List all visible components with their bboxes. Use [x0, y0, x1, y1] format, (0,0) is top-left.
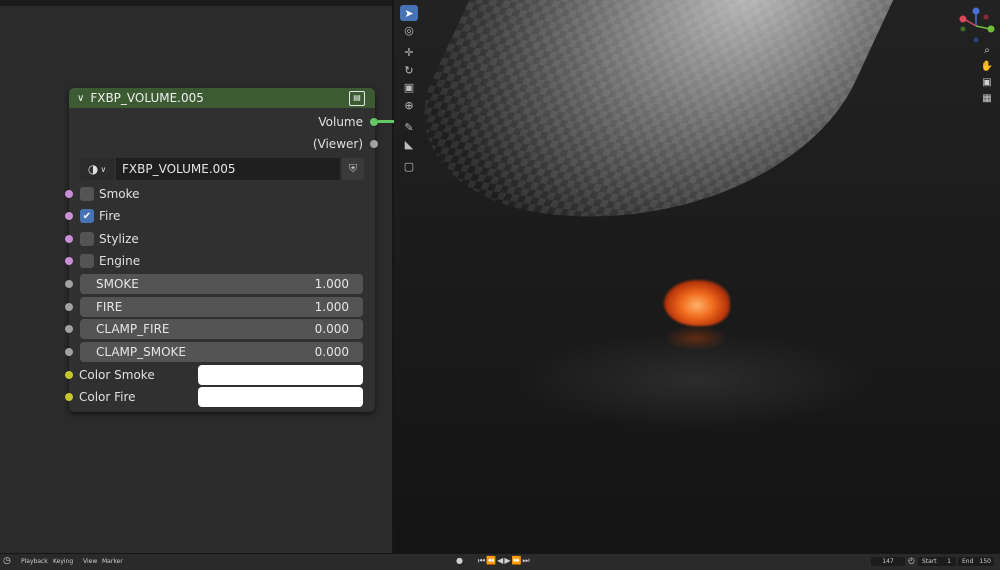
chevron-down-icon[interactable]: ∨ — [77, 93, 84, 104]
record-icon[interactable]: ● — [456, 556, 463, 565]
marker-menu[interactable]: Marker — [102, 558, 123, 565]
3d-viewport[interactable]: ➤ ◎ ✛ ↻ ▣ ⊕ ✎ ◣ ▢ ⌕ ✋ ▣ ▦ — [394, 0, 1000, 553]
playback-controls-icon[interactable]: ⏮⏪◀▶⏩⏭ — [478, 556, 531, 566]
input-smoke-socket[interactable] — [65, 190, 73, 198]
input-color-smoke-socket[interactable] — [65, 371, 73, 379]
color-fire-label: Color Fire — [79, 390, 136, 404]
checkbox-stylize[interactable]: Stylize — [80, 230, 139, 248]
clock-icon[interactable]: ◴ — [908, 556, 915, 565]
field-label: SMOKE — [96, 277, 139, 291]
color-fire-swatch[interactable] — [198, 387, 363, 407]
y-axis-handle-icon[interactable] — [987, 25, 995, 33]
field-value: 1.000 — [314, 277, 349, 291]
field-fire[interactable]: FIRE 1.000 — [80, 297, 363, 317]
input-engine-socket[interactable] — [65, 257, 73, 265]
z-axis-handle-icon[interactable] — [972, 7, 980, 15]
fire-reflection — [666, 326, 726, 350]
output-volume-socket[interactable] — [370, 118, 378, 126]
camera-view-icon[interactable]: ▣ — [980, 77, 994, 91]
move-tool-icon[interactable]: ✛ — [400, 45, 418, 61]
node-title: FXBP_VOLUME.005 — [90, 91, 204, 105]
annotate-tool-icon[interactable]: ✎ — [400, 119, 418, 135]
input-stylize-socket[interactable] — [65, 235, 73, 243]
add-cube-tool-icon[interactable]: ▢ — [400, 159, 418, 175]
neg-x-axis-handle-icon[interactable] — [983, 14, 989, 20]
timeline-header: ◷ Playback Keying View Marker ● ⏮⏪◀▶⏩⏭ 1… — [0, 553, 1000, 570]
zoom-icon[interactable]: ⌕ — [980, 45, 994, 59]
material-sphere-icon: ◑ — [87, 162, 99, 176]
rotate-tool-icon[interactable]: ↻ — [400, 62, 418, 78]
checkmark-icon: ✔ — [82, 210, 92, 222]
output-viewer-label: (Viewer) — [312, 137, 363, 151]
output-volume-label: Volume — [318, 115, 363, 129]
checkbox-label: Engine — [99, 254, 141, 268]
navigation-controls: ⌕ ✋ ▣ ▦ — [980, 45, 996, 109]
input-color-fire-socket[interactable] — [65, 393, 73, 401]
color-smoke-swatch[interactable] — [198, 365, 363, 385]
input-fire-value-socket[interactable] — [65, 303, 73, 311]
checkbox-engine[interactable]: Engine — [80, 252, 140, 270]
scale-tool-icon[interactable]: ▣ — [400, 80, 418, 96]
select-tool-icon[interactable]: ➤ — [400, 5, 418, 21]
field-clamp-smoke[interactable]: CLAMP_SMOKE 0.000 — [80, 342, 363, 362]
material-browse-button[interactable]: ◑ ∨ — [80, 158, 114, 180]
input-clamp-fire-socket[interactable] — [65, 325, 73, 333]
neg-z-axis-handle-icon[interactable] — [973, 37, 979, 43]
end-value: 150 — [979, 558, 991, 565]
checkbox-label: Stylize — [99, 232, 139, 246]
datablock-selector[interactable]: ◑ ∨ FXBP_VOLUME.005 ⛨ — [80, 158, 364, 180]
datablock-name-field[interactable]: FXBP_VOLUME.005 — [116, 158, 340, 180]
measure-tool-icon[interactable]: ◣ — [400, 137, 418, 153]
keying-menu[interactable]: Keying — [53, 558, 73, 565]
start-value: 1 — [947, 558, 951, 565]
timeline-editor-icon[interactable]: ◷ — [3, 556, 11, 566]
fire-volume — [664, 280, 730, 326]
checkbox-box[interactable] — [80, 232, 94, 246]
cursor-tool-icon[interactable]: ◎ — [400, 23, 418, 39]
checkbox-fire[interactable]: ✔ Fire — [80, 207, 120, 225]
toolbar: ➤ ◎ ✛ ↻ ▣ ⊕ ✎ ◣ ▢ — [400, 5, 420, 176]
input-fire-socket[interactable] — [65, 212, 73, 220]
node-group-icon[interactable]: ▤ — [349, 91, 365, 106]
current-frame-field[interactable]: 147 — [871, 557, 905, 566]
input-smoke-value-socket[interactable] — [65, 280, 73, 288]
navigation-gizmo[interactable] — [954, 4, 998, 48]
input-clamp-smoke-socket[interactable] — [65, 348, 73, 356]
end-frame-field[interactable]: End 150 — [958, 557, 994, 566]
field-label: CLAMP_FIRE — [96, 322, 170, 336]
field-smoke[interactable]: SMOKE 1.000 — [80, 274, 363, 294]
view-menu[interactable]: View — [83, 558, 97, 565]
checkbox-box[interactable] — [80, 254, 94, 268]
field-value: 1.000 — [314, 300, 349, 314]
perspective-grid-icon[interactable]: ▦ — [980, 93, 994, 107]
node-link — [378, 120, 394, 123]
chevron-down-icon: ∨ — [100, 164, 107, 174]
checkbox-smoke[interactable]: Smoke — [80, 185, 140, 203]
transform-tool-icon[interactable]: ⊕ — [400, 97, 418, 113]
start-label: Start — [922, 558, 937, 565]
playback-menu[interactable]: Playback — [21, 558, 48, 565]
shield-icon[interactable]: ⛨ — [342, 158, 364, 180]
field-value: 0.000 — [314, 345, 349, 359]
checkbox-box[interactable]: ✔ — [80, 209, 94, 223]
field-value: 0.000 — [314, 322, 349, 336]
neg-y-axis-handle-icon[interactable] — [960, 26, 966, 32]
checkbox-label: Smoke — [99, 187, 140, 201]
spotlight-checker-floor — [394, 0, 907, 248]
node-header[interactable]: ∨ FXBP_VOLUME.005 ▤ — [69, 88, 375, 108]
color-smoke-label: Color Smoke — [79, 368, 155, 382]
field-clamp-fire[interactable]: CLAMP_FIRE 0.000 — [80, 319, 363, 339]
checkbox-box[interactable] — [80, 187, 94, 201]
output-viewer-socket[interactable] — [370, 140, 378, 148]
field-label: FIRE — [96, 300, 123, 314]
start-frame-field[interactable]: Start 1 — [918, 557, 956, 566]
pan-hand-icon[interactable]: ✋ — [980, 61, 994, 75]
field-label: CLAMP_SMOKE — [96, 345, 187, 359]
checkbox-label: Fire — [99, 209, 121, 223]
x-axis-handle-icon[interactable] — [959, 15, 967, 23]
end-label: End — [962, 558, 974, 565]
